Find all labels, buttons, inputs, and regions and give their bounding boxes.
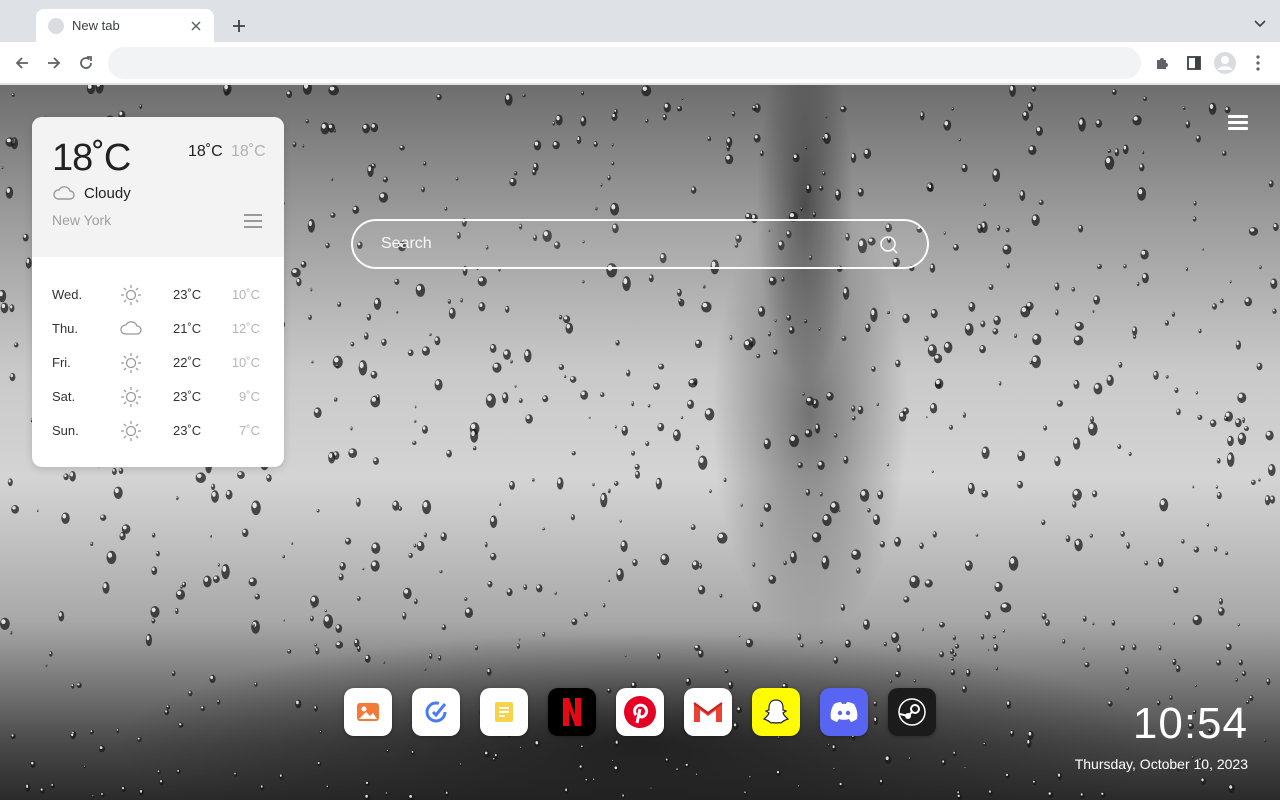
tab-title: New tab <box>72 18 120 33</box>
forecast-low: 10˚C <box>231 354 260 370</box>
today-low: 18˚C <box>231 143 266 160</box>
forecast-row: Sun. 23˚C 7˚C <box>32 413 284 447</box>
more-vertical-icon[interactable] <box>1246 51 1270 75</box>
side-panel-icon[interactable] <box>1182 51 1206 75</box>
weather-widget: 18˚C 18˚C 18˚C Cloudy New York Wed. 23˚C 1… <box>32 117 284 467</box>
check-circle-icon <box>423 699 449 725</box>
tab-strip: New tab <box>0 0 1280 42</box>
dock-app-tasks[interactable] <box>412 688 460 736</box>
cloud-icon <box>120 321 142 335</box>
forecast-low: 10˚C <box>231 286 260 302</box>
current-temperature: 18˚C <box>52 137 131 179</box>
profile-avatar-icon[interactable] <box>1213 51 1237 75</box>
sun-icon <box>121 353 141 373</box>
back-arrow-icon[interactable] <box>10 51 34 75</box>
snapchat-icon <box>761 697 791 727</box>
forecast-list: Wed. 23˚C 10˚C Thu. 21˚C 12˚C Fri. 22˚C 10˚C Sat.… <box>32 257 284 447</box>
forecast-row: Wed. 23˚C 10˚C <box>32 277 284 311</box>
forecast-high: 23˚C <box>173 388 202 404</box>
forecast-day: Sun. <box>52 422 79 438</box>
forecast-high: 22˚C <box>173 354 202 370</box>
address-bar[interactable] <box>108 47 1141 79</box>
dock-app-pinterest[interactable] <box>616 688 664 736</box>
tab-new-tab[interactable]: New tab <box>36 9 214 42</box>
weather-current: 18˚C 18˚C 18˚C Cloudy New York <box>32 117 284 257</box>
cloud-icon <box>53 186 75 200</box>
reload-icon[interactable] <box>74 51 98 75</box>
dock-app-netflix[interactable] <box>548 688 596 736</box>
clock-widget: 10:54 Thursday, October 10, 2023 <box>1075 698 1248 772</box>
forecast-low: 12˚C <box>231 320 260 336</box>
app-dock <box>344 688 936 736</box>
pinterest-icon <box>623 695 657 729</box>
forecast-low: 9˚C <box>239 388 260 404</box>
netflix-icon <box>561 697 583 727</box>
forecast-row: Fri. 22˚C 10˚C <box>32 345 284 379</box>
image-icon <box>355 699 381 725</box>
search-input[interactable] <box>381 221 861 267</box>
forecast-row: Thu. 21˚C 12˚C <box>32 311 284 345</box>
note-icon <box>491 699 517 725</box>
tab-favicon-icon <box>48 17 64 34</box>
forward-arrow-icon[interactable] <box>42 51 66 75</box>
dock-app-discord[interactable] <box>820 688 868 736</box>
forecast-day: Thu. <box>52 320 79 336</box>
weather-city: New York <box>52 212 112 228</box>
tab-close-icon[interactable] <box>188 18 204 34</box>
new-tab-plus-icon[interactable] <box>226 13 252 39</box>
sun-icon <box>121 421 141 441</box>
discord-icon <box>829 700 859 724</box>
address-input[interactable] <box>108 47 1141 79</box>
page-menu-hamburger-icon[interactable] <box>1228 115 1248 135</box>
forecast-day: Fri. <box>52 354 71 370</box>
steam-icon <box>897 697 927 727</box>
dock-app-notes[interactable] <box>480 688 528 736</box>
sun-icon <box>121 387 141 407</box>
gmail-icon <box>692 700 724 724</box>
extensions-puzzle-icon[interactable] <box>1150 51 1174 75</box>
forecast-day: Wed. <box>52 286 83 302</box>
dock-app-steam[interactable] <box>888 688 936 736</box>
weather-menu-icon[interactable] <box>244 214 262 229</box>
forecast-day: Sat. <box>52 388 76 404</box>
search-icon[interactable] <box>879 235 899 255</box>
forecast-high: 23˚C <box>173 422 202 438</box>
forecast-low: 7˚C <box>239 422 260 438</box>
tab-search-chevron-icon[interactable] <box>1250 14 1270 34</box>
dock-app-photos[interactable] <box>344 688 392 736</box>
new-tab-page: 18˚C 18˚C 18˚C Cloudy New York Wed. 23˚C 1… <box>0 85 1280 800</box>
forecast-high: 21˚C <box>173 320 202 336</box>
sun-icon <box>121 285 141 305</box>
search-box[interactable] <box>351 219 929 269</box>
browser-toolbar <box>0 42 1280 84</box>
dock-app-snapchat[interactable] <box>752 688 800 736</box>
clock-time: 10:54 <box>1132 699 1248 748</box>
weather-condition: Cloudy <box>84 185 131 202</box>
clock-date: Thursday, October 10, 2023 <box>1074 756 1248 772</box>
dock-app-gmail[interactable] <box>684 688 732 736</box>
forecast-row: Sat. 23˚C 9˚C <box>32 379 284 413</box>
forecast-high: 23˚C <box>173 286 202 302</box>
today-high: 18˚C <box>188 143 223 160</box>
